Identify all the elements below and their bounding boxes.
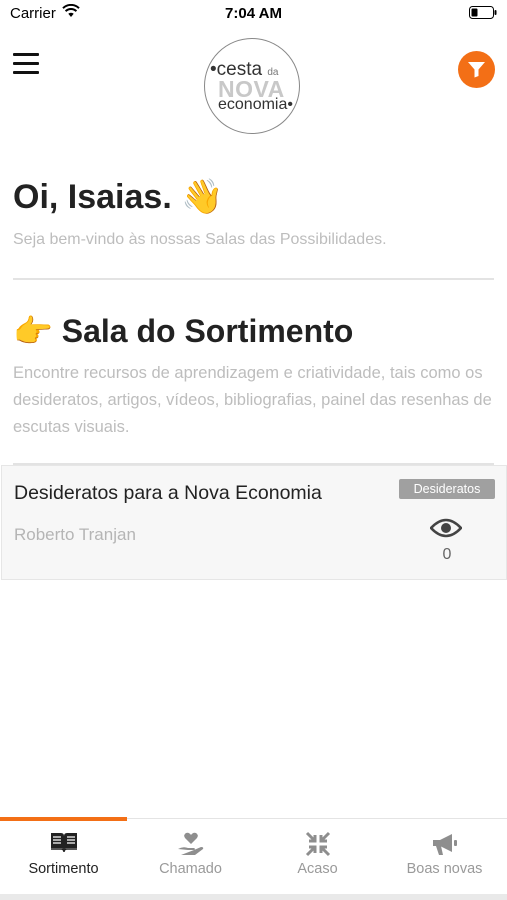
status-bar: Carrier 7:04 AM (0, 0, 507, 30)
divider (13, 278, 494, 280)
tab-label: Boas novas (406, 861, 483, 877)
book-icon (50, 833, 77, 853)
tab-acaso[interactable]: Acaso (254, 819, 381, 895)
arrows-converge-icon (305, 831, 330, 857)
tab-chamado[interactable]: Chamado (127, 819, 254, 895)
views-count: 0 (442, 546, 452, 563)
filter-button[interactable] (458, 51, 495, 88)
tab-sortimento[interactable]: Sortimento (0, 819, 127, 895)
resource-card[interactable]: Desideratos para a Nova Economia Desider… (1, 465, 507, 580)
card-author: Roberto Tranjan (14, 525, 136, 544)
tab-label: Acaso (297, 861, 338, 877)
megaphone-icon (432, 834, 457, 855)
hamburger-menu-icon[interactable] (13, 53, 39, 75)
clock: 7:04 AM (225, 5, 282, 22)
battery-icon (469, 6, 497, 19)
hand-heart-icon (177, 832, 203, 855)
greeting-subtitle: Seja bem-vindo às nossas Salas das Possi… (13, 231, 387, 248)
section-title: 👉 Sala do Sortimento (13, 313, 354, 349)
greeting-title: Oi, Isaias. 👋 (13, 178, 224, 216)
tab-label: Sortimento (28, 861, 99, 877)
cesta-nova-economia-logo: •cesta da NOVA economia• (204, 38, 302, 134)
tab-label: Chamado (159, 861, 222, 877)
tab-boas-novas[interactable]: Boas novas (381, 819, 507, 895)
eye-icon (430, 518, 462, 538)
category-badge: Desideratos (399, 479, 495, 499)
card-title: Desideratos para a Nova Economia (14, 482, 322, 504)
section-description: Encontre recursos de aprendizagem e cria… (13, 364, 492, 436)
bottom-tab-bar: Sortimento Chamado Acaso Boas novas (0, 817, 507, 895)
filter-icon (468, 62, 485, 78)
home-indicator-area (0, 894, 507, 900)
